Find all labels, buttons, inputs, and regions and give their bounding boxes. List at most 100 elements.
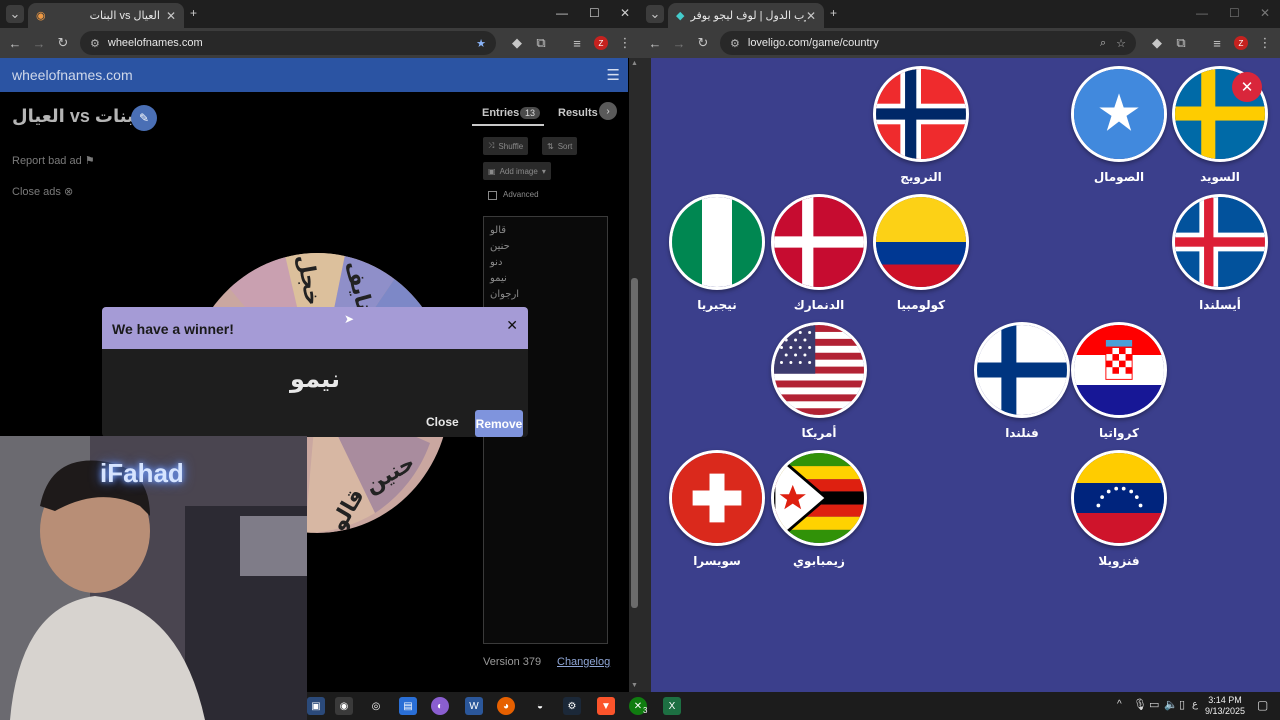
battery-icon[interactable]: ▯ — [1179, 698, 1185, 711]
extensions-puzzle-icon[interactable]: ⧉ — [532, 34, 550, 52]
maximize-icon[interactable]: ☐ — [589, 6, 600, 20]
country-card-zimbabwe[interactable]: زيمبابوي — [771, 450, 867, 568]
extension-icon[interactable]: ◆ — [1148, 34, 1166, 52]
report-ad-label: Report bad ad — [12, 155, 82, 167]
close-window-icon[interactable]: ✕ — [620, 6, 630, 20]
forward-icon[interactable]: → — [670, 34, 688, 52]
shuffle-button[interactable]: ⤨ Shuffle — [483, 137, 529, 155]
close-button[interactable]: Close — [426, 415, 459, 429]
extension-icon[interactable]: ◆ — [508, 34, 526, 52]
tab-close-icon[interactable]: ✕ — [806, 9, 816, 23]
media-icon[interactable]: ≡ — [568, 34, 586, 52]
microphone-icon[interactable]: 🎙 — [1133, 698, 1147, 711]
new-tab-button[interactable]: + — [190, 6, 197, 20]
site-info-icon[interactable]: ⚙ — [730, 37, 740, 50]
country-card-usa[interactable]: أمريكا — [771, 322, 867, 440]
scroll-down-icon[interactable]: ▼ — [631, 682, 638, 689]
app-taskbar-icon[interactable]: ◐ — [431, 697, 449, 715]
left-active-tab[interactable]: ◉ البنات vs العيال ✕ — [28, 3, 184, 28]
sort-button[interactable]: ⇅ Sort — [542, 137, 578, 155]
scroll-up-icon[interactable]: ▲ — [631, 60, 638, 67]
brave-taskbar-icon[interactable]: ▼ — [597, 697, 615, 715]
report-bad-ad-link[interactable]: Report bad ad ⚑ — [12, 154, 95, 167]
image-icon: ▣ — [488, 166, 496, 176]
edit-pencil-icon[interactable]: ✎ — [131, 105, 157, 131]
media-icon[interactable]: ≡ — [1208, 34, 1226, 52]
site-info-icon[interactable]: ⚙ — [90, 37, 100, 50]
country-card-switzerland[interactable]: سويسرا — [669, 450, 765, 568]
country-card-venezuela[interactable]: فنزويلا — [1071, 450, 1167, 568]
word-taskbar-icon[interactable]: W — [465, 697, 483, 715]
tab-search-icon[interactable]: ⌄ — [646, 5, 664, 23]
list-item: حنين — [490, 241, 510, 252]
obs-taskbar-icon[interactable]: ◎ — [367, 697, 385, 715]
page-scrollbar[interactable]: ▲ ▼ — [629, 58, 640, 692]
language-indicator[interactable]: ع — [1192, 699, 1198, 710]
address-bar[interactable]: ⚙ loveligo.com/game/country ⌕ ☆ — [720, 31, 1136, 55]
profile-avatar[interactable]: Z — [592, 34, 610, 52]
steam-taskbar-icon[interactable]: ⚙ — [563, 697, 581, 715]
close-icon[interactable]: ✕ — [506, 317, 518, 334]
firefox-taskbar-icon[interactable]: ◕ — [497, 697, 515, 715]
chevron-up-icon[interactable]: ^ — [1117, 699, 1122, 710]
address-bar[interactable]: ⚙ wheelofnames.com ★ — [80, 31, 496, 55]
back-icon[interactable]: ← — [6, 34, 24, 52]
extensions-puzzle-icon[interactable]: ⧉ — [1172, 34, 1190, 52]
more-menu-icon[interactable]: ⋮ — [616, 34, 634, 52]
country-card-colombia[interactable]: كولومبيا — [873, 194, 969, 312]
maximize-icon[interactable]: ☐ — [1229, 6, 1240, 20]
country-name: كرواتيا — [1099, 426, 1139, 440]
right-active-tab[interactable]: ◆ لعبة حرب الدول | لوف ليجو يوفر ✕ — [668, 3, 824, 28]
tab-results[interactable]: Results — [558, 107, 598, 119]
tab-entries[interactable]: Entries — [482, 107, 519, 119]
country-card-denmark[interactable]: الدنمارك — [771, 194, 867, 312]
tab-search-icon[interactable]: ⌄ — [6, 5, 24, 23]
volume-icon[interactable]: 🔈 — [1164, 698, 1178, 711]
site-logo[interactable]: wheelofnames.com — [12, 67, 133, 83]
country-card-norway[interactable]: النرويج — [873, 66, 969, 184]
minimize-icon[interactable]: — — [1196, 6, 1208, 20]
close-window-icon[interactable]: ✕ — [1260, 6, 1270, 20]
entries-count-badge: 13 — [520, 107, 541, 119]
close-ads-link[interactable]: Close ads ⊗ — [12, 185, 73, 198]
store-taskbar-icon[interactable]: ▤ — [399, 697, 417, 715]
country-card-nigeria[interactable]: نيجيريا — [669, 194, 765, 312]
close-circle-icon: ⊗ — [63, 186, 74, 198]
add-image-button[interactable]: ▣ Add image ▾ — [483, 162, 551, 180]
shuffle-label: Shuffle — [498, 141, 524, 151]
reload-icon[interactable]: ↻ — [694, 34, 712, 52]
left-toolbar: ← → ↻ ⚙ wheelofnames.com ★ ◆ ⧉ ≡ Z ⋮ — [0, 28, 640, 58]
network-icon[interactable]: ▭ — [1149, 698, 1159, 711]
country-card-iceland[interactable]: أيسلندا — [1172, 194, 1268, 312]
profile-avatar[interactable]: Z — [1232, 34, 1250, 52]
country-card-somalia[interactable]: الصومال — [1071, 66, 1167, 184]
remove-button[interactable]: Remove — [475, 410, 523, 437]
zoom-icon[interactable]: ⌕ — [1100, 37, 1106, 50]
reload-icon[interactable]: ↻ — [54, 34, 72, 52]
bookmark-star-icon[interactable]: ☆ — [1116, 37, 1126, 50]
clock-date: 9/13/2025 — [1205, 706, 1246, 716]
taskview-icon[interactable]: ▣ — [307, 697, 325, 715]
advanced-checkbox[interactable] — [488, 191, 497, 200]
hamburger-menu-icon[interactable]: ☰ — [607, 66, 620, 84]
back-icon[interactable]: ← — [646, 34, 664, 52]
close-icon[interactable]: ✕ — [1232, 72, 1262, 102]
chevron-right-icon[interactable]: › — [599, 102, 617, 120]
changelog-link[interactable]: Changelog — [557, 656, 610, 668]
clock[interactable]: 3:14 PM 9/13/2025 — [1205, 695, 1245, 717]
minimize-icon[interactable]: — — [556, 6, 568, 20]
notification-icon[interactable]: ▢ — [1257, 698, 1268, 712]
forward-icon[interactable]: → — [30, 34, 48, 52]
scrollbar-thumb[interactable] — [631, 278, 638, 608]
new-tab-button[interactable]: + — [830, 6, 837, 20]
tab-close-icon[interactable]: ✕ — [166, 9, 176, 23]
iceland-flag-icon — [1172, 194, 1268, 290]
bookmark-star-icon[interactable]: ★ — [476, 37, 486, 50]
country-card-croatia[interactable]: كرواتيا — [1071, 322, 1167, 440]
list-item: قالو — [490, 225, 507, 236]
paint-taskbar-icon[interactable]: ◒ — [531, 697, 549, 715]
excel-taskbar-icon[interactable]: X — [663, 697, 681, 715]
more-menu-icon[interactable]: ⋮ — [1256, 34, 1274, 52]
chrome-taskbar-icon[interactable]: ◉ — [335, 697, 353, 715]
country-card-finland[interactable]: فنلندا — [974, 322, 1070, 440]
